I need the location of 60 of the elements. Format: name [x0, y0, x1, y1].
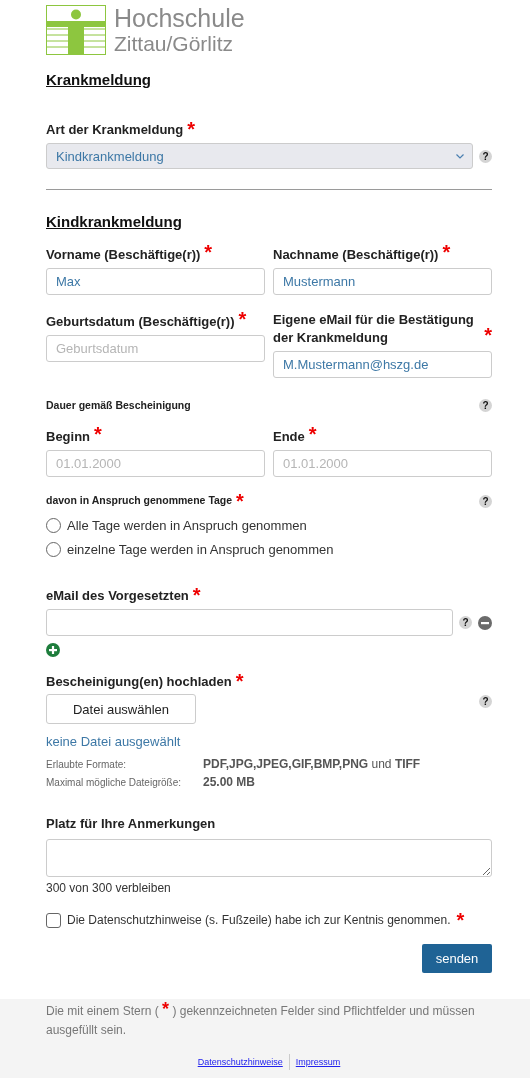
logo-text: Hochschule: [114, 6, 245, 31]
help-icon[interactable]: ?: [459, 616, 472, 629]
radio-label[interactable]: einzelne Tage werden in Anspruch genommen: [67, 542, 334, 557]
field-label: Dauer gemäß Bescheinigung: [46, 398, 191, 412]
char-counter: 300 von 300 verbleiben: [46, 881, 172, 895]
field-label: Bescheinigung(en) hochladen: [46, 673, 232, 691]
submit-button[interactable]: senden: [422, 944, 492, 973]
field-label: davon in Anspruch genommene Tage: [46, 493, 233, 507]
required-mark: *: [204, 244, 213, 260]
email-field[interactable]: [46, 609, 453, 636]
remarks-field[interactable]: [46, 839, 492, 877]
text-field[interactable]: 01.01.2000: [46, 450, 265, 477]
help-icon[interactable]: ?: [479, 149, 492, 163]
chevron-icon: [456, 153, 464, 159]
remove-icon[interactable]: [478, 615, 492, 630]
checkbox[interactable]: [46, 912, 61, 928]
field-label: Art der Krankmeldung: [46, 121, 184, 139]
required-mark: *: [192, 587, 201, 603]
footer-link[interactable]: Datenschutzhinweise: [191, 1054, 289, 1070]
add-icon[interactable]: [46, 643, 60, 657]
field-label: Eigene eMail für die Bestätigung der Krankmeldung: [273, 311, 475, 347]
field-label: Beginn: [46, 428, 91, 446]
help-icon[interactable]: ?: [479, 494, 492, 508]
field-label: Vorname (Beschäftige(r)): [46, 246, 201, 264]
field-label: Geburtsdatum (Beschäftige(r)): [46, 313, 235, 331]
help-icon[interactable]: ?: [479, 695, 492, 708]
required-mark: *: [456, 912, 465, 928]
text-field[interactable]: Geburtsdatum: [46, 335, 265, 362]
file-button[interactable]: Datei auswählen: [46, 694, 196, 724]
select-dropdown[interactable]: Kindkrankmeldung: [46, 143, 473, 169]
text-field[interactable]: Mustermann: [273, 268, 492, 295]
field-label: Ende: [273, 428, 305, 446]
required-mark: *: [94, 426, 102, 442]
page-title: Krankmeldung: [46, 71, 152, 88]
logo-text: Zittau/Görlitz: [114, 33, 235, 54]
info-label: Maximal mögliche Dateigröße:: [46, 777, 183, 788]
info-value: PDF,JPG,JPEG,GIF,BMP,PNG und TIFF: [203, 757, 422, 771]
required-mark: *: [235, 673, 244, 689]
field-label: eMail des Vorgesetzten: [46, 587, 189, 605]
info-label: Erlaubte Formate:: [46, 759, 128, 770]
field-label: Nachname (Beschäftige(r)): [273, 246, 439, 264]
required-mark: *: [442, 244, 451, 260]
required-mark: *: [484, 327, 492, 343]
radio-label[interactable]: Alle Tage werden in Anspruch genommen: [67, 518, 307, 533]
required-mark: *: [187, 121, 196, 137]
logo-icon: [46, 5, 106, 55]
text-field[interactable]: Max: [46, 268, 265, 295]
field-label: Platz für Ihre Anmerkungen: [46, 815, 217, 833]
info-value: 25.00 MB: [203, 775, 257, 789]
file-status: keine Datei ausgewählt: [46, 734, 182, 749]
required-mark: *: [238, 311, 247, 327]
required-mark: *: [308, 426, 317, 442]
footer-note: Die mit einem Stern ( * ) gekennzeichneten Felder sind Pflichtfelder und müssen ausgefüllt sein.: [46, 1001, 476, 1039]
section-title: Kindkrankmeldung: [46, 213, 183, 230]
checkbox-label[interactable]: Die Datenschutzhinweise (s. Fußzeile) habe ich zur Kentnis genommen.: [67, 913, 451, 927]
text-field[interactable]: 01.01.2000: [273, 450, 492, 477]
footer-link[interactable]: Impressum: [288, 1054, 347, 1070]
help-icon[interactable]: ?: [479, 399, 492, 412]
text-field[interactable]: M.Mustermann@hszg.de: [273, 351, 492, 378]
required-mark: *: [236, 493, 244, 509]
